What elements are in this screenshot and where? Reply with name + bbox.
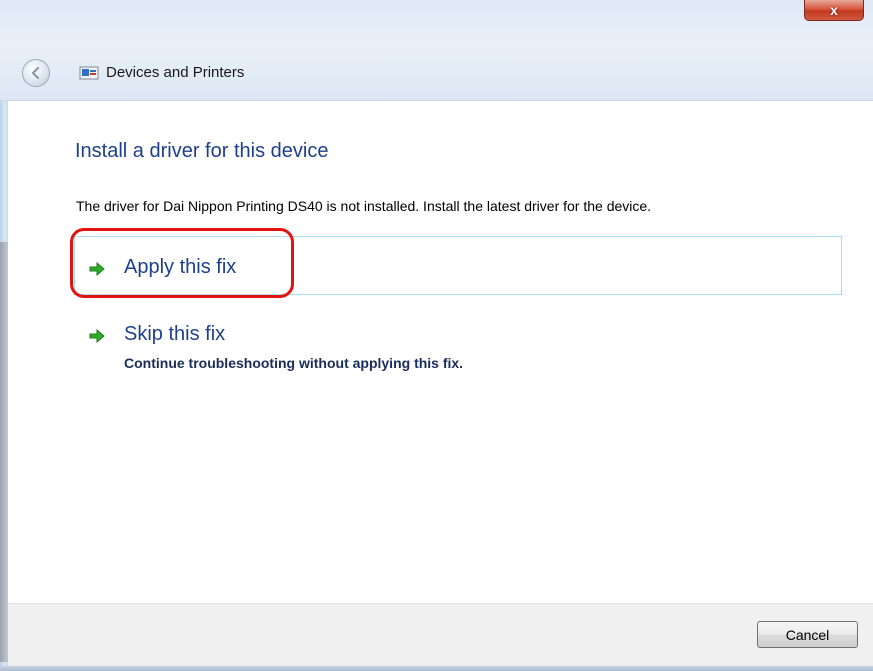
close-icon: x (830, 2, 838, 18)
nav-title: Devices and Printers (106, 64, 245, 81)
skip-fix-label[interactable]: Skip this fix (124, 323, 225, 346)
page-title: Install a driver for this device (75, 140, 329, 162)
footer-bar (8, 603, 873, 667)
content-area (8, 101, 873, 603)
green-arrow-icon (89, 261, 105, 277)
window-frame-bottom (0, 666, 873, 671)
title-bar: x Devices and Printers (0, 0, 873, 101)
window-frame-shadow (0, 242, 8, 662)
cancel-button[interactable]: Cancel (757, 621, 858, 648)
problem-description: The driver for Dai Nippon Printing DS40 … (76, 198, 652, 214)
apply-fix-label[interactable]: Apply this fix (124, 256, 236, 279)
close-button[interactable]: x (804, 0, 864, 21)
devices-and-printers-icon (79, 66, 99, 80)
green-arrow-icon (89, 328, 105, 344)
troubleshooter-window: x Devices and Printers Install a driver … (0, 0, 873, 671)
back-button[interactable] (22, 59, 50, 87)
back-arrow-icon (31, 66, 40, 80)
skip-fix-description: Continue troubleshooting without applyin… (124, 355, 464, 371)
